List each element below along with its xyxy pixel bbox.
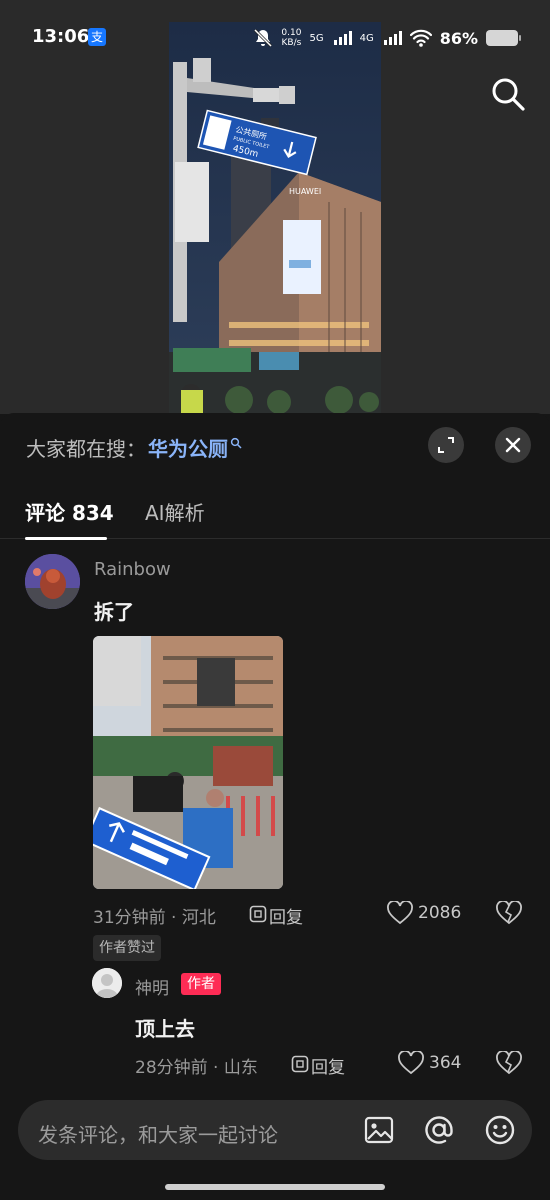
video-player[interactable]: HUAWEI 公共厕所 PUBLIC TOILET 450m: [169, 22, 381, 414]
comment-like-count: 2086: [418, 903, 462, 923]
expand-icon: [438, 437, 454, 453]
comment-username[interactable]: Rainbow: [94, 559, 171, 580]
close-icon: [505, 437, 521, 453]
reply-icon-2: [291, 1055, 309, 1073]
avatar-image: [25, 554, 80, 609]
expand-button[interactable]: [428, 427, 464, 463]
at-icon[interactable]: [423, 1114, 455, 1146]
net-speed: 0.10 KB/s: [281, 28, 301, 48]
comment-input-placeholder[interactable]: 发条评论，和大家一起讨论: [38, 1119, 278, 1148]
comment-text: 拆了: [94, 600, 134, 624]
alipay-icon: 支: [88, 28, 106, 46]
close-button[interactable]: [495, 427, 531, 463]
status-right-group: 0.10 KB/s 5G 4G 86%: [253, 26, 521, 50]
comment-panel: 大家都在搜： 华为公厕 评论 834 AI解析 Rainbow 拆了 31分钟前…: [0, 413, 550, 1200]
network-4g-label: 4G: [359, 32, 374, 44]
battery-percent: 86%: [439, 28, 478, 48]
reply-reply-button[interactable]: 回复: [311, 1053, 345, 1078]
net-speed-value: 0.10: [281, 28, 302, 38]
search-suggestion[interactable]: 大家都在搜： 华为公厕: [26, 433, 242, 462]
network-5g-label: 5G: [309, 32, 324, 44]
tab-active-indicator: [25, 537, 107, 540]
home-indicator[interactable]: [165, 1184, 385, 1190]
broken-heart-icon[interactable]: [496, 901, 522, 925]
comment-image[interactable]: [93, 636, 283, 889]
reply-icon: [249, 905, 267, 923]
tab-ai-analysis[interactable]: AI解析: [145, 497, 205, 526]
net-speed-unit: KB/s: [281, 38, 302, 48]
brand-logo-text: HUAWEI: [289, 187, 321, 196]
tab-bar: 评论 834 AI解析: [0, 491, 550, 540]
author-badge: 作者: [181, 973, 221, 995]
heart-icon-reply[interactable]: [398, 1051, 424, 1075]
avatar[interactable]: [25, 554, 80, 609]
signal-bars-icon: [333, 31, 352, 45]
reply-text: 顶上去: [135, 1017, 195, 1041]
battery-icon: [486, 30, 521, 46]
search-icon: [492, 78, 525, 111]
reply-meta: 28分钟前 · 山东: [135, 1058, 258, 1078]
tab-comments[interactable]: 评论 834: [25, 497, 114, 526]
suggestion-keyword[interactable]: 华为公厕: [148, 433, 228, 462]
reply-avatar[interactable]: [92, 968, 122, 998]
comment-meta: 31分钟前 · 河北: [93, 908, 216, 928]
wifi-icon: [409, 29, 432, 47]
heart-icon[interactable]: [387, 901, 413, 925]
status-bar: 13:06 支 0.10 KB/s 5G 4G 86%: [0, 0, 550, 76]
broken-heart-icon-reply[interactable]: [496, 1051, 522, 1075]
image-icon[interactable]: [363, 1114, 395, 1146]
signal-bars-icon-2: [383, 31, 402, 45]
comment-photo: [93, 636, 283, 889]
video-frame-illustration: HUAWEI 公共厕所 PUBLIC TOILET 450m: [169, 22, 381, 414]
author-liked-tag: 作者赞过: [93, 935, 161, 961]
status-time: 13:06: [32, 26, 90, 47]
reply-like-count: 364: [429, 1053, 462, 1073]
emoji-icon[interactable]: [484, 1114, 516, 1146]
mute-bell-icon: [254, 28, 273, 48]
suggestion-prefix: 大家都在搜：: [26, 437, 146, 461]
comment-input-bar[interactable]: 发条评论，和大家一起讨论: [18, 1100, 532, 1160]
reply-username[interactable]: 神明: [135, 974, 169, 999]
comment-reply-button[interactable]: 回复: [269, 903, 303, 928]
default-avatar-icon: [92, 968, 122, 998]
small-search-icon: [230, 437, 242, 449]
search-button[interactable]: [488, 74, 528, 114]
